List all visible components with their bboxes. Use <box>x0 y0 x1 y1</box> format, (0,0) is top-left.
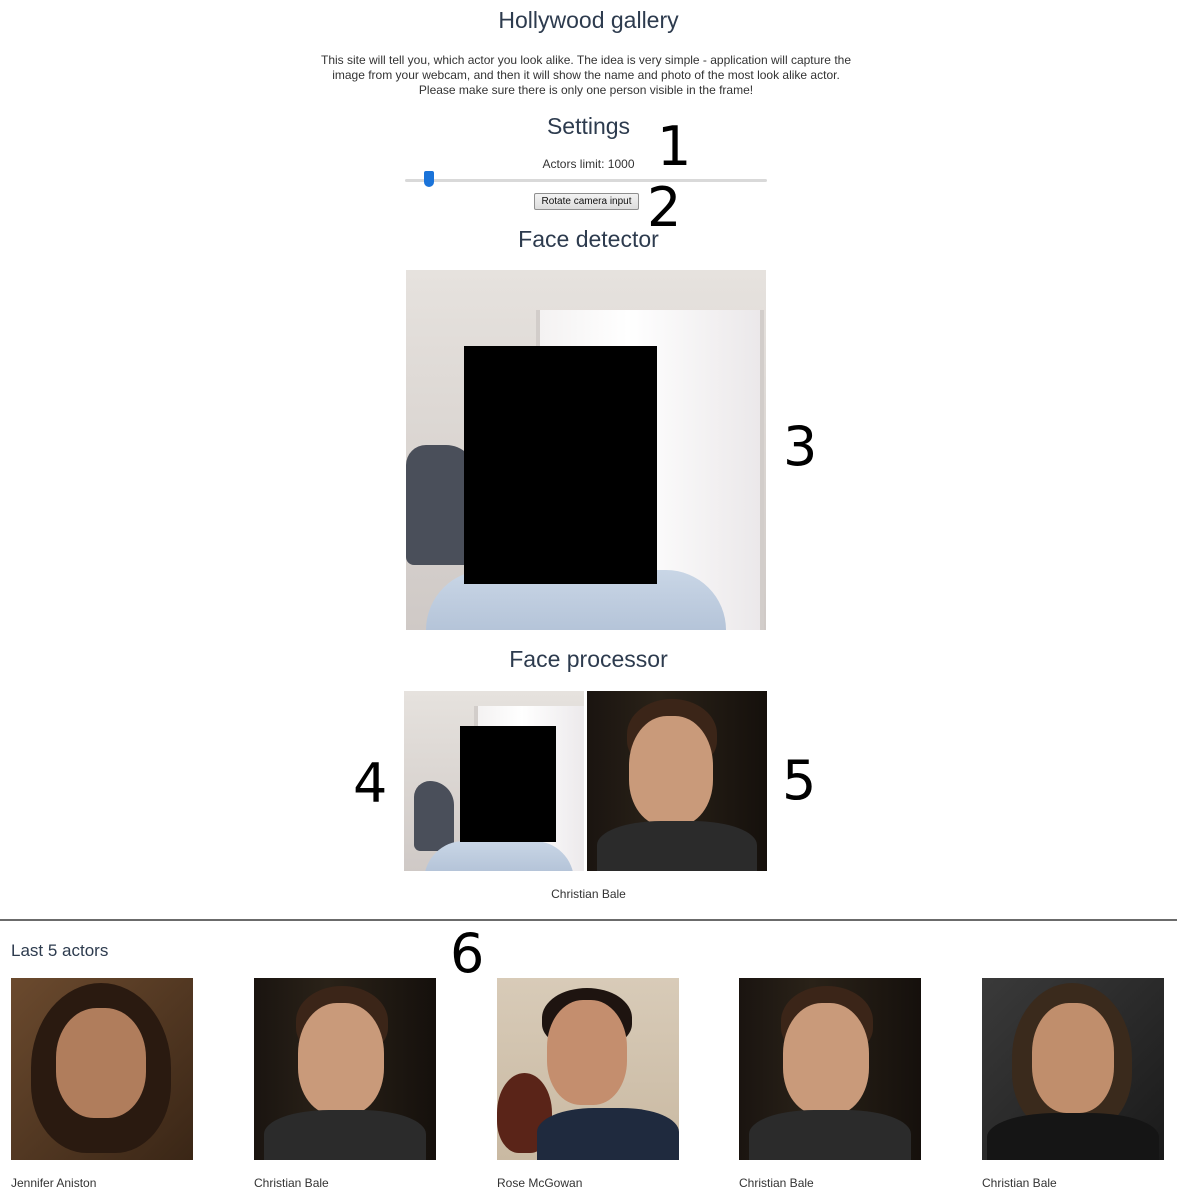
history-actor-name: Christian Bale <box>739 1176 814 1190</box>
annotation-marker: 3 <box>783 415 818 478</box>
page-title: Hollywood gallery <box>498 7 679 33</box>
face-processor-title: Face processor <box>509 646 668 672</box>
background-chair <box>414 781 454 851</box>
history-actor-photo <box>497 978 679 1160</box>
actor-face <box>547 1000 627 1105</box>
actor-face <box>629 716 713 826</box>
annotation-marker: 5 <box>782 749 817 812</box>
history-actor-name: Christian Bale <box>254 1176 329 1190</box>
actor-body <box>537 1108 679 1160</box>
actor-body <box>597 821 757 871</box>
matched-actor-name: Christian Bale <box>551 887 626 901</box>
captured-face-image <box>404 691 584 871</box>
intro-line: Please make sure there is only one perso… <box>418 83 754 97</box>
annotation-marker: 4 <box>353 752 388 815</box>
actors-limit-label: Actors limit: 1000 <box>542 157 635 171</box>
settings-title: Settings <box>546 113 631 139</box>
actors-limit-slider-track[interactable] <box>405 179 767 182</box>
last-actors-title: Last 5 actors <box>11 941 109 960</box>
section-divider <box>0 919 1177 921</box>
matched-actor-photo <box>587 691 767 871</box>
annotation-marker: 6 <box>450 922 485 985</box>
intro-line: This site will tell you, which actor you… <box>320 53 851 67</box>
annotation-marker: 1 <box>657 115 692 178</box>
intro-line: image from your webcam, and then it will… <box>332 68 840 82</box>
actor-body <box>749 1110 911 1160</box>
history-actor-photo <box>11 978 193 1160</box>
face-redaction-box <box>464 346 657 584</box>
face-detector-title: Face detector <box>518 226 659 252</box>
actors-limit-slider-thumb[interactable] <box>424 171 434 187</box>
person-shirt <box>424 841 574 871</box>
history-actor-name: Rose McGowan <box>497 1176 583 1190</box>
intro-text: This site will tell you, which actor you… <box>300 53 872 98</box>
actor-face <box>298 1003 384 1115</box>
face-redaction-box <box>460 726 556 842</box>
history-actor-photo <box>982 978 1164 1160</box>
actor-body <box>987 1113 1159 1160</box>
actor-face <box>56 1008 146 1118</box>
actor-face <box>1032 1003 1114 1113</box>
actor-body <box>264 1110 426 1160</box>
history-actor-name: Christian Bale <box>982 1176 1057 1190</box>
history-actor-name: Jennifer Aniston <box>11 1176 97 1190</box>
history-actor-photo <box>739 978 921 1160</box>
webcam-feed <box>406 270 766 630</box>
history-actor-photo <box>254 978 436 1160</box>
page: Hollywood gallery This site will tell yo… <box>0 0 1177 1194</box>
actor-face <box>783 1003 869 1115</box>
rotate-camera-button[interactable]: Rotate camera input <box>534 193 639 210</box>
